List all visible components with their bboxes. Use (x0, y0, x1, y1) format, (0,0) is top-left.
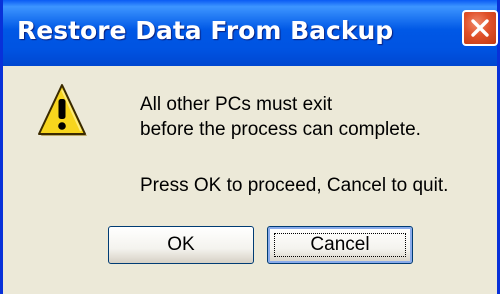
title-bar[interactable]: Restore Data From Backup (3, 0, 498, 66)
instruction-text: Press OK to proceed, Cancel to quit. (140, 175, 449, 196)
ok-button[interactable]: OK (108, 226, 254, 264)
message-line-2: before the process can complete. (140, 119, 421, 140)
close-button[interactable] (462, 10, 498, 46)
dialog-window: Restore Data From Backup All other PCs m… (0, 0, 500, 294)
dialog-title: Restore Data From Backup (17, 16, 394, 45)
warning-icon (37, 82, 87, 143)
dialog-body: All other PCs must exit before the proce… (3, 66, 497, 294)
cancel-button[interactable]: Cancel (267, 226, 413, 264)
message-line-1: All other PCs must exit (140, 94, 333, 115)
cancel-button-label: Cancel (310, 234, 370, 255)
ok-button-label: OK (167, 234, 195, 255)
